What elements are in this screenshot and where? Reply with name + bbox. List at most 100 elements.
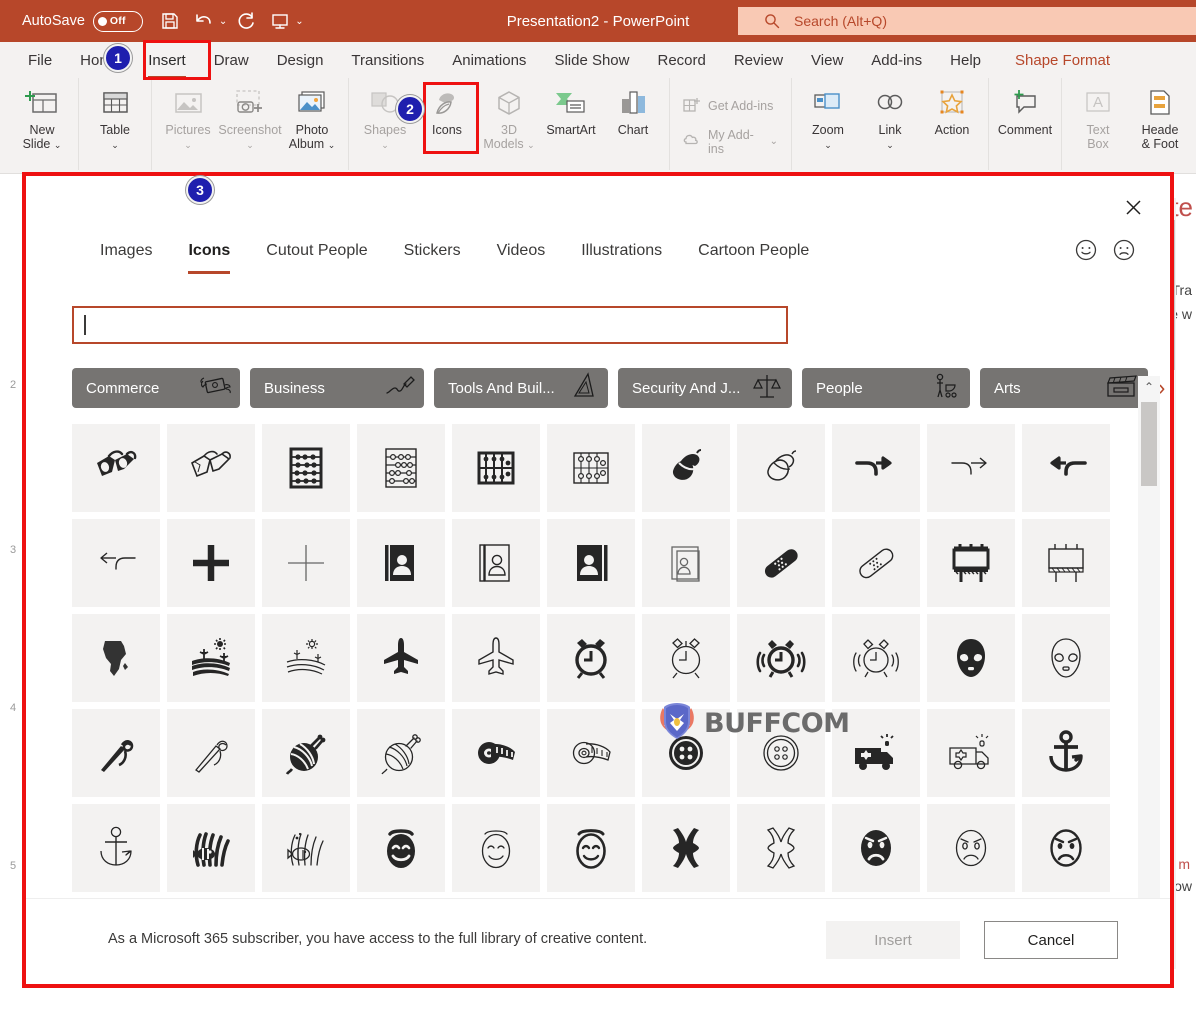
table-button[interactable]: Table ⌄ bbox=[84, 80, 146, 152]
dialog-scroll-up-arrow-icon[interactable]: ⌃ bbox=[1138, 376, 1160, 398]
category-chip-arts[interactable]: Arts bbox=[980, 368, 1148, 408]
tab-stickers[interactable]: Stickers bbox=[386, 238, 479, 264]
cancel-button[interactable]: Cancel bbox=[984, 921, 1118, 959]
icon-cell[interactable] bbox=[167, 804, 255, 892]
icon-cell[interactable] bbox=[262, 614, 350, 702]
icon-cell[interactable] bbox=[72, 519, 160, 607]
tab-illustrations[interactable]: Illustrations bbox=[563, 238, 680, 264]
tab-review[interactable]: Review bbox=[720, 46, 797, 75]
header-footer-button[interactable]: Heade & Foot bbox=[1129, 80, 1191, 151]
photo-album-button[interactable]: Photo Album ⌄ bbox=[281, 80, 343, 152]
icon-cell[interactable] bbox=[167, 424, 255, 512]
chart-button[interactable]: Chart bbox=[602, 80, 664, 137]
tab-transitions[interactable]: Transitions bbox=[337, 46, 438, 75]
tab-view[interactable]: View bbox=[797, 46, 857, 75]
comment-button[interactable]: Comment bbox=[994, 80, 1056, 137]
sad-face-icon[interactable] bbox=[1112, 238, 1136, 267]
icon-cell[interactable] bbox=[1022, 709, 1110, 797]
icon-cell[interactable] bbox=[1022, 804, 1110, 892]
tab-help[interactable]: Help bbox=[936, 46, 995, 75]
icon-cell[interactable] bbox=[1022, 424, 1110, 512]
tab-insert[interactable]: Insert bbox=[134, 46, 200, 79]
icon-cell[interactable] bbox=[1022, 519, 1110, 607]
icon-cell[interactable] bbox=[737, 709, 825, 797]
category-chip-tools-and-building[interactable]: Tools And Buil... bbox=[434, 368, 608, 408]
icon-cell[interactable] bbox=[737, 424, 825, 512]
tab-slide-show[interactable]: Slide Show bbox=[540, 46, 643, 75]
3d-models-button[interactable]: 3D Models ⌄ bbox=[478, 80, 540, 152]
icon-cell[interactable] bbox=[547, 519, 635, 607]
undo-dropdown-chevron-icon[interactable]: ⌄ bbox=[219, 16, 227, 27]
icon-cell[interactable] bbox=[357, 424, 445, 512]
icon-cell[interactable] bbox=[547, 709, 635, 797]
get-addins-button[interactable]: Get Add-ins bbox=[683, 97, 778, 116]
icon-cell[interactable] bbox=[832, 519, 920, 607]
icon-cell[interactable] bbox=[832, 614, 920, 702]
category-chip-people[interactable]: People bbox=[802, 368, 970, 408]
icon-cell[interactable] bbox=[262, 519, 350, 607]
icon-cell[interactable] bbox=[262, 424, 350, 512]
new-slide-button[interactable]: New Slide ⌄ bbox=[11, 80, 73, 152]
icon-cell[interactable] bbox=[72, 709, 160, 797]
icon-cell[interactable] bbox=[1022, 614, 1110, 702]
icon-cell[interactable] bbox=[262, 804, 350, 892]
search-input[interactable]: Search (Alt+Q) bbox=[738, 7, 1196, 35]
tab-file[interactable]: File bbox=[14, 46, 66, 75]
icon-cell[interactable] bbox=[642, 614, 730, 702]
icon-cell[interactable] bbox=[832, 709, 920, 797]
icon-search-input[interactable] bbox=[72, 306, 788, 344]
icon-cell[interactable] bbox=[357, 804, 445, 892]
category-chip-business[interactable]: Business bbox=[250, 368, 424, 408]
text-box-button[interactable]: A Text Box bbox=[1067, 80, 1129, 151]
icon-cell[interactable] bbox=[72, 804, 160, 892]
icon-cell[interactable] bbox=[357, 614, 445, 702]
my-addins-chevron-down-icon[interactable]: ⌄ bbox=[770, 136, 778, 147]
icon-cell[interactable] bbox=[452, 424, 540, 512]
icon-cell[interactable] bbox=[832, 804, 920, 892]
tab-icons[interactable]: Icons bbox=[170, 238, 248, 274]
tab-record[interactable]: Record bbox=[643, 46, 719, 75]
icon-cell[interactable] bbox=[452, 804, 540, 892]
tab-add-ins[interactable]: Add-ins bbox=[857, 46, 936, 75]
insert-button[interactable]: Insert bbox=[826, 921, 960, 959]
happy-face-icon[interactable] bbox=[1074, 238, 1098, 267]
category-chip-security-and-justice[interactable]: Security And J... bbox=[618, 368, 792, 408]
screenshot-button[interactable]: Screenshot ⌄ bbox=[218, 80, 282, 152]
icon-cell[interactable] bbox=[547, 424, 635, 512]
icon-cell[interactable] bbox=[927, 519, 1015, 607]
dialog-vertical-scrollbar[interactable]: ⌃ ⌄ bbox=[1138, 376, 1160, 916]
dialog-scrollbar-thumb[interactable] bbox=[1141, 402, 1157, 486]
undo-icon[interactable] bbox=[189, 7, 219, 35]
tab-images[interactable]: Images bbox=[82, 238, 170, 264]
icon-cell[interactable] bbox=[452, 519, 540, 607]
pictures-button[interactable]: Pictures ⌄ bbox=[157, 80, 219, 152]
icon-cell[interactable] bbox=[927, 424, 1015, 512]
icon-cell[interactable] bbox=[167, 709, 255, 797]
icon-cell[interactable] bbox=[642, 804, 730, 892]
tab-videos[interactable]: Videos bbox=[479, 238, 564, 264]
icon-cell[interactable] bbox=[927, 614, 1015, 702]
customize-quick-access-toolbar-icon[interactable]: ⌄ bbox=[295, 16, 303, 27]
icon-cell[interactable] bbox=[167, 614, 255, 702]
action-button[interactable]: Action bbox=[921, 80, 983, 137]
icon-cell[interactable] bbox=[167, 519, 255, 607]
icon-cell[interactable] bbox=[452, 614, 540, 702]
tab-cutout-people[interactable]: Cutout People bbox=[248, 238, 385, 264]
redo-icon[interactable] bbox=[231, 7, 261, 35]
link-button[interactable]: Link ⌄ bbox=[859, 80, 921, 152]
icon-cell[interactable] bbox=[642, 709, 730, 797]
close-icon[interactable] bbox=[1118, 192, 1148, 222]
zoom-button[interactable]: Zoom ⌄ bbox=[797, 80, 859, 152]
icon-cell[interactable] bbox=[357, 519, 445, 607]
icon-cell[interactable] bbox=[357, 709, 445, 797]
category-chip-commerce[interactable]: Commerce bbox=[72, 368, 240, 408]
tab-cartoon-people[interactable]: Cartoon People bbox=[680, 238, 827, 264]
icon-cell[interactable] bbox=[547, 614, 635, 702]
tab-draw[interactable]: Draw bbox=[200, 46, 263, 75]
icon-cell[interactable] bbox=[72, 614, 160, 702]
icon-cell[interactable] bbox=[262, 709, 350, 797]
tab-animations[interactable]: Animations bbox=[438, 46, 540, 75]
autosave-toggle[interactable]: Off bbox=[92, 10, 143, 32]
icon-cell[interactable] bbox=[832, 424, 920, 512]
my-addins-button[interactable]: My Add-ins ⌄ bbox=[683, 128, 778, 156]
